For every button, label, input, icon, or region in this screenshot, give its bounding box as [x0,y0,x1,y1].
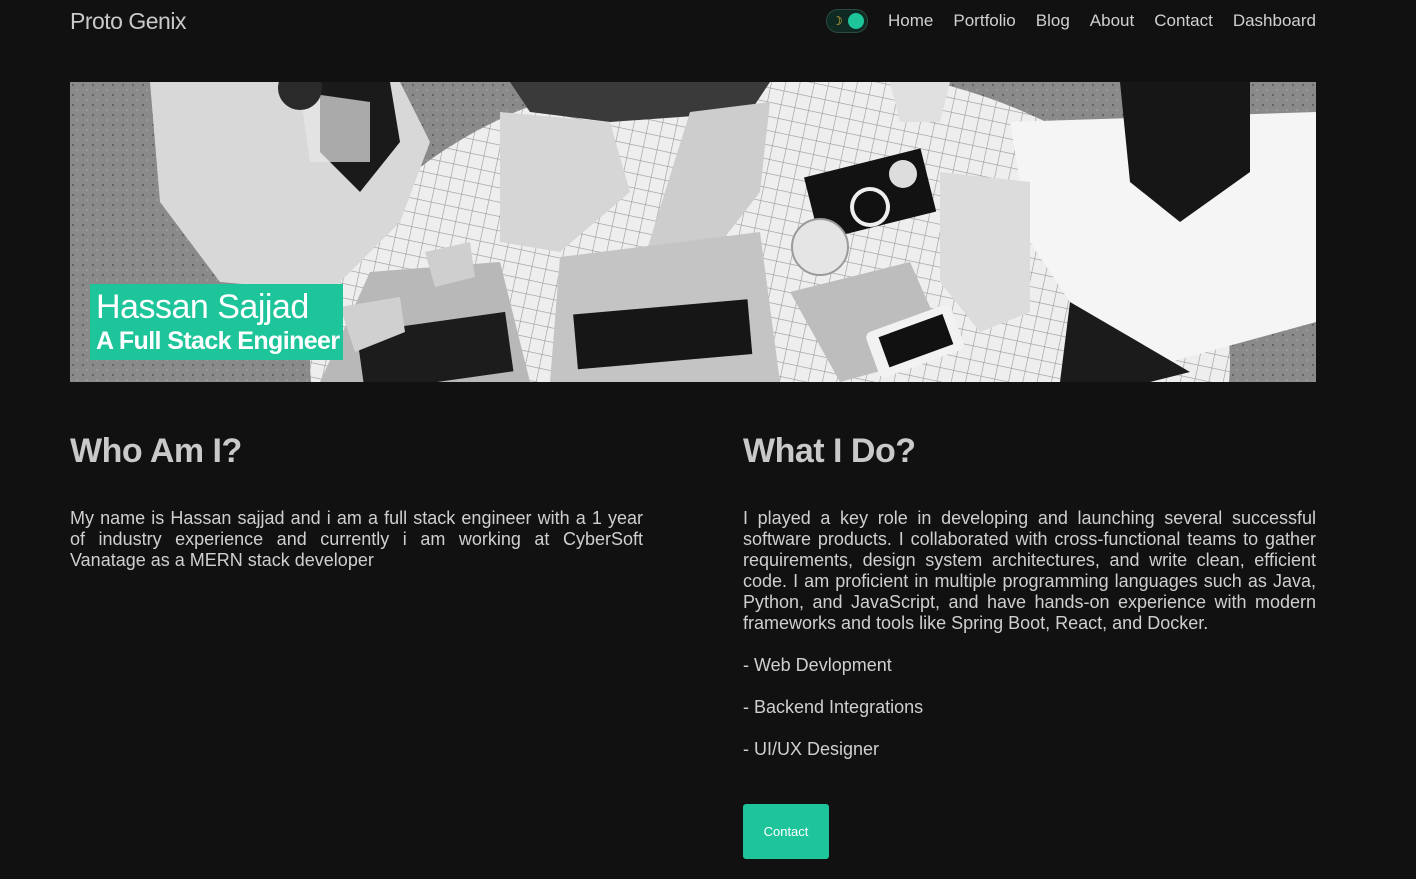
nav-contact[interactable]: Contact [1154,11,1213,31]
contact-button[interactable]: Contact [743,804,829,859]
who-am-i-title: Who Am I? [70,432,242,470]
skill-item: - Backend Integrations [743,697,924,717]
hero-banner: Hassan Sajjad A Full Stack Engineer [70,82,1316,382]
what-i-do-title: What I Do? [743,432,916,470]
who-am-i-section: Who Am I? My name is Hassan sajjad and i… [70,430,643,571]
moon-icon: ☽ [832,14,843,28]
what-i-do-text: I played a key role in developing and la… [743,508,1316,633]
hero-name: Hassan Sajjad [96,288,309,326]
main-nav: ☽ Home Portfolio Blog About Contact Dash… [826,9,1316,33]
nav-blog[interactable]: Blog [1036,11,1070,31]
nav-about[interactable]: About [1090,11,1134,31]
theme-toggle[interactable]: ☽ [826,9,869,33]
what-i-do-section: What I Do? I played a key role in develo… [743,430,1316,760]
site-logo[interactable]: Proto Genix [70,8,186,35]
nav-portfolio[interactable]: Portfolio [953,11,1015,31]
site-header: Proto Genix ☽ Home Portfolio Blog About … [70,0,1316,42]
nav-home[interactable]: Home [888,11,933,31]
skill-item: - UI/UX Designer [743,739,880,759]
skill-item: - Web Devlopment [743,655,892,675]
nav-dashboard[interactable]: Dashboard [1233,11,1316,31]
hero-caption: Hassan Sajjad A Full Stack Engineer [90,284,344,360]
hero-role: A Full Stack Engineer [96,327,340,355]
who-am-i-text: My name is Hassan sajjad and i am a full… [70,508,643,570]
toggle-knob [848,13,865,29]
